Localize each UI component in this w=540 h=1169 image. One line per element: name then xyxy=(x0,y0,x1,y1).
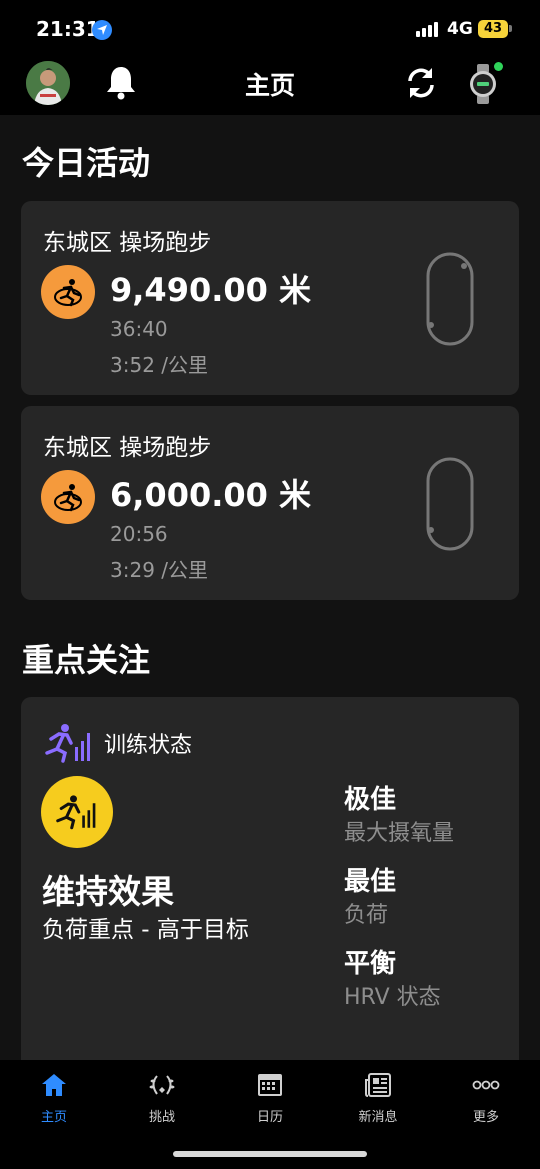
more-icon xyxy=(472,1080,500,1102)
load-label: 负荷 xyxy=(344,903,389,928)
signal-strength-icon xyxy=(416,21,442,37)
battery-icon: 43 xyxy=(478,20,508,38)
tab-calendar[interactable]: 日历 xyxy=(216,1072,324,1125)
training-status-value: 维持效果 xyxy=(42,872,174,911)
activity-card[interactable]: 东城区 操场跑步 6,000.00 米 20:56 3:29 /公里 xyxy=(21,406,519,600)
tab-home[interactable]: 主页 xyxy=(0,1072,108,1125)
running-icon xyxy=(41,470,95,524)
training-status-label: 训练状态 xyxy=(104,733,193,758)
vo2max-label: 最大摄氧量 xyxy=(344,821,455,846)
status-bar: 21:31 4G 43 xyxy=(0,0,540,58)
activity-title: 东城区 操场跑步 xyxy=(43,230,212,256)
hrv-rating: 平衡 xyxy=(344,949,397,979)
watch-device-icon[interactable] xyxy=(468,64,498,108)
home-icon xyxy=(40,1074,68,1102)
newspaper-icon xyxy=(364,1073,392,1102)
hrv-label: HRV 状态 xyxy=(344,985,441,1010)
sync-icon[interactable] xyxy=(402,64,440,106)
activity-pace: 3:29 /公里 xyxy=(110,558,209,582)
tab-calendar-label: 日历 xyxy=(256,1110,283,1125)
activity-pace: 3:52 /公里 xyxy=(110,353,209,377)
home-indicator xyxy=(173,1151,367,1157)
activity-card[interactable]: 东城区 操场跑步 9,490.00 米 36:40 3:52 /公里 xyxy=(21,201,519,395)
activity-title: 东城区 操场跑步 xyxy=(43,435,212,461)
training-status-description: 负荷重点 - 高于目标 xyxy=(42,917,249,943)
tab-news-label: 新消息 xyxy=(358,1110,398,1125)
tab-more-label: 更多 xyxy=(472,1110,499,1125)
tab-challenges-label: 挑战 xyxy=(148,1110,175,1125)
laurel-icon xyxy=(148,1075,176,1102)
activity-duration: 20:56 xyxy=(110,522,168,546)
running-icon xyxy=(41,265,95,319)
track-route-icon xyxy=(425,456,475,556)
training-status-badge xyxy=(41,776,113,848)
load-rating: 最佳 xyxy=(344,867,397,897)
activity-duration: 36:40 xyxy=(110,317,168,341)
tab-news[interactable]: 新消息 xyxy=(324,1072,432,1125)
device-connected-indicator xyxy=(494,62,503,71)
network-type: 4G xyxy=(447,19,473,39)
tab-more[interactable]: 更多 xyxy=(432,1072,540,1125)
track-route-icon xyxy=(425,251,475,351)
tab-challenges[interactable]: 挑战 xyxy=(108,1072,216,1125)
training-status-icon xyxy=(45,723,93,767)
top-app-bar: 主页 xyxy=(0,58,540,115)
battery-tip xyxy=(509,25,512,32)
page-title: 主页 xyxy=(244,71,295,100)
tab-home-label: 主页 xyxy=(40,1110,67,1125)
location-arrow-icon xyxy=(92,20,112,40)
vo2max-rating: 极佳 xyxy=(344,785,397,815)
activity-distance: 9,490.00 米 xyxy=(110,271,312,309)
training-status-card[interactable]: 训练状态 维持效果 负荷重点 - 高于目标 极佳 最大摄氧量 最佳 负荷 平衡 … xyxy=(21,697,519,1069)
activity-distance: 6,000.00 米 xyxy=(110,476,312,514)
today-section-title: 今日活动 xyxy=(22,144,151,182)
focus-section-title: 重点关注 xyxy=(22,641,151,679)
status-time: 21:31 xyxy=(36,17,100,41)
calendar-icon xyxy=(256,1074,284,1102)
